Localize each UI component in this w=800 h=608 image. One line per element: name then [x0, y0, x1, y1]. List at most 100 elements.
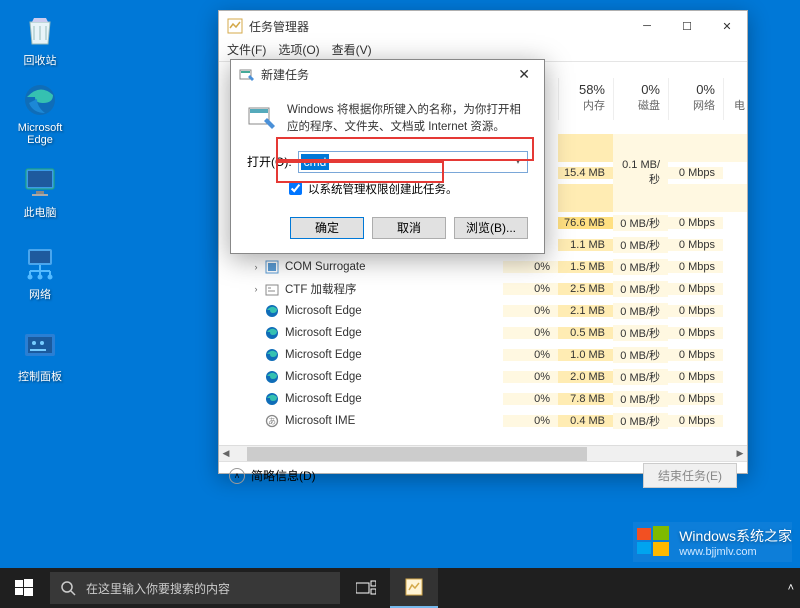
- desktop-icon-edge[interactable]: Microsoft Edge: [10, 80, 70, 146]
- menu-file[interactable]: 文件(F): [227, 41, 266, 61]
- column-extra[interactable]: 电: [723, 78, 747, 120]
- process-name: Microsoft Edge: [285, 393, 503, 405]
- disk-cell: 0 MB/秒: [613, 413, 668, 429]
- ok-button[interactable]: 确定: [290, 217, 364, 239]
- taskbar: 在这里输入你要搜索的内容 ˄: [0, 568, 800, 608]
- system-tray[interactable]: ˄: [782, 582, 800, 594]
- cpu-cell: 0%: [503, 393, 558, 405]
- taskbar-taskmgr[interactable]: [390, 568, 438, 608]
- open-label: 打开(O):: [247, 153, 292, 170]
- watermark: Windows系统之家 www.bjjmlv.com: [633, 522, 792, 562]
- desktop-icon-this-pc[interactable]: 此电脑: [10, 162, 70, 220]
- process-icon: [263, 369, 281, 385]
- desktop-icon-control-panel[interactable]: 控制面板: [10, 326, 70, 384]
- search-placeholder: 在这里输入你要搜索的内容: [86, 580, 230, 597]
- desktop-icon-label: 此电脑: [10, 204, 70, 220]
- dialog-titlebar[interactable]: 新建任务 ✕: [231, 60, 544, 88]
- process-name: CTF 加载程序: [285, 281, 503, 297]
- dialog-close-button[interactable]: ✕: [512, 66, 536, 83]
- taskview-button[interactable]: [342, 568, 390, 608]
- disk-cell: 0 MB/秒: [613, 281, 668, 297]
- column-network[interactable]: 0% 网络: [668, 78, 723, 120]
- taskmgr-icon: [227, 18, 243, 34]
- process-row[interactable]: あMicrosoft IME0%0.4 MB0 MB/秒0 Mbps: [227, 410, 747, 432]
- process-row[interactable]: Microsoft Edge0%7.8 MB0 MB/秒0 Mbps: [227, 388, 747, 410]
- process-row[interactable]: ›COM Surrogate0%1.5 MB0 MB/秒0 Mbps: [227, 256, 747, 278]
- new-task-dialog: 新建任务 ✕ Windows 将根据你所键入的名称，为你打开相应的程序、文件夹、…: [230, 59, 545, 254]
- close-button[interactable]: ✕: [707, 11, 747, 41]
- admin-checkbox[interactable]: [289, 182, 302, 195]
- process-icon: あ: [263, 413, 281, 429]
- maximize-button[interactable]: ☐: [667, 11, 707, 41]
- recycle-bin-icon: [20, 10, 60, 50]
- process-row[interactable]: Microsoft Edge0%0.5 MB0 MB/秒0 Mbps: [227, 322, 747, 344]
- network-cell: 0 Mbps: [668, 371, 723, 383]
- titlebar[interactable]: 任务管理器 ─ ☐ ✕: [219, 11, 747, 41]
- desktop-icon-network[interactable]: 网络: [10, 244, 70, 302]
- dialog-title: 新建任务: [261, 66, 309, 83]
- desktop-icon-label: 回收站: [10, 52, 70, 68]
- network-icon: [20, 244, 60, 284]
- menu-view[interactable]: 查看(V): [332, 41, 372, 61]
- cpu-cell: 0%: [503, 327, 558, 339]
- desktop-icon-label: Microsoft Edge: [10, 122, 70, 146]
- end-task-button[interactable]: 结束任务(E): [643, 463, 737, 488]
- memory-cell: 2.1 MB: [558, 305, 613, 317]
- network-cell: 0 Mbps: [668, 217, 723, 229]
- window-title: 任务管理器: [249, 18, 627, 35]
- disk-cell: 0 MB/秒: [613, 259, 668, 275]
- process-name: Microsoft Edge: [285, 371, 503, 383]
- cpu-cell: 0%: [503, 305, 558, 317]
- open-combobox[interactable]: cmd ▾: [298, 151, 528, 173]
- browse-button[interactable]: 浏览(B)...: [454, 217, 528, 239]
- control-panel-icon: [20, 326, 60, 366]
- network-cell: 0 Mbps: [668, 349, 723, 361]
- fewer-details-label: 简略信息(D): [251, 467, 316, 484]
- disk-cell: 0 MB/秒: [613, 391, 668, 407]
- taskbar-search[interactable]: 在这里输入你要搜索的内容: [50, 572, 340, 604]
- memory-cell: 2.5 MB: [558, 283, 613, 295]
- fewer-details-button[interactable]: ˄ 简略信息(D): [229, 467, 316, 484]
- memory-cell: 2.0 MB: [558, 371, 613, 383]
- memory-cell: 1.5 MB: [558, 261, 613, 273]
- process-row[interactable]: Microsoft Edge0%1.0 MB0 MB/秒0 Mbps: [227, 344, 747, 366]
- menubar: 文件(F) 选项(O) 查看(V): [219, 41, 747, 61]
- cpu-cell: 0%: [503, 283, 558, 295]
- dialog-description: Windows 将根据你所键入的名称，为你打开相应的程序、文件夹、文档或 Int…: [287, 102, 528, 137]
- svg-text:あ: あ: [268, 417, 276, 426]
- memory-cell: 15.4 MB: [558, 167, 613, 179]
- process-name: Microsoft Edge: [285, 349, 503, 361]
- process-row[interactable]: Microsoft Edge0%2.1 MB0 MB/秒0 Mbps: [227, 300, 747, 322]
- process-icon: [263, 347, 281, 363]
- disk-cell: 0 MB/秒: [613, 237, 668, 253]
- disk-cell: 0 MB/秒: [613, 303, 668, 319]
- memory-cell: 7.8 MB: [558, 393, 613, 405]
- tray-chevron-icon[interactable]: ˄: [788, 582, 794, 594]
- disk-cell: 0.1 MB/秒: [613, 159, 668, 187]
- cancel-button[interactable]: 取消: [372, 217, 446, 239]
- memory-cell: 0.5 MB: [558, 327, 613, 339]
- network-cell: 0 Mbps: [668, 283, 723, 295]
- edge-icon: [20, 80, 60, 120]
- network-cell: 0 Mbps: [668, 261, 723, 273]
- process-icon: [263, 325, 281, 341]
- disk-cell: 0 MB/秒: [613, 325, 668, 341]
- dropdown-icon[interactable]: ▾: [509, 156, 527, 167]
- desktop-icon-recycle-bin[interactable]: 回收站: [10, 10, 70, 68]
- desktop-icon-label: 网络: [10, 286, 70, 302]
- process-row[interactable]: ›CTF 加载程序0%2.5 MB0 MB/秒0 Mbps: [227, 278, 747, 300]
- column-memory[interactable]: 58% 内存: [558, 78, 613, 120]
- windows-start-icon: [15, 579, 33, 597]
- column-disk[interactable]: 0% 磁盘: [613, 78, 668, 120]
- process-row[interactable]: Microsoft Edge0%2.0 MB0 MB/秒0 Mbps: [227, 366, 747, 388]
- minimize-button[interactable]: ─: [627, 11, 667, 41]
- horizontal-scrollbar[interactable]: ◀▶: [219, 445, 747, 461]
- cpu-cell: 0%: [503, 261, 558, 273]
- process-name: Microsoft Edge: [285, 305, 503, 317]
- network-cell: 0 Mbps: [668, 327, 723, 339]
- disk-cell: 0 MB/秒: [613, 369, 668, 385]
- open-value: cmd: [301, 154, 330, 170]
- menu-options[interactable]: 选项(O): [278, 41, 319, 61]
- start-button[interactable]: [0, 568, 48, 608]
- process-name: Microsoft Edge: [285, 327, 503, 339]
